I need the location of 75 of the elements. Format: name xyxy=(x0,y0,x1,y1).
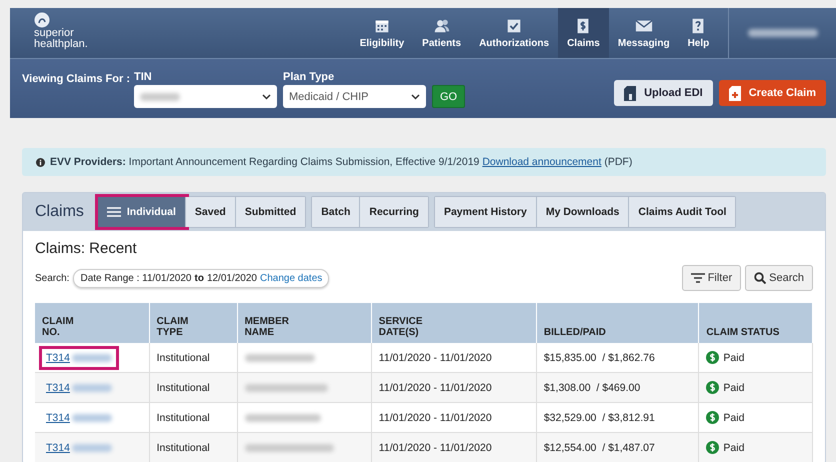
redacted-text xyxy=(72,384,112,392)
redacted-text xyxy=(748,29,818,37)
search-icon xyxy=(754,272,766,284)
search-label: Search: xyxy=(35,272,70,284)
tab[interactable]: Saved xyxy=(186,197,236,227)
nav-item[interactable]: Messaging xyxy=(608,8,679,58)
table-cell: 11/01/2020 - 11/01/2020 xyxy=(371,432,536,462)
announcement-text: EVV Providers: Important Announcement Regarding Claims Submission, Effective 9/1/2019 Download announcement (PDF) xyxy=(50,156,632,168)
panel-title: Claims: Recent xyxy=(35,240,138,257)
tab[interactable]: Individual xyxy=(98,197,186,227)
table-cell: 11/01/2020 - 11/01/2020 xyxy=(371,372,536,402)
info-icon xyxy=(36,158,45,166)
filter-button[interactable]: Filter xyxy=(682,265,742,291)
menu-icon xyxy=(106,207,121,217)
tab[interactable]: Payment History xyxy=(434,197,537,227)
claim-link[interactable]: T314 xyxy=(46,412,70,424)
redacted-text xyxy=(244,354,315,362)
column-header: SERVICE DATE(S) xyxy=(371,303,536,343)
upload-edi-button[interactable]: Upload EDI xyxy=(614,80,713,106)
people-icon xyxy=(432,17,451,35)
section-title: Claims xyxy=(35,203,84,221)
column-header: CLAIM TYPE xyxy=(149,303,238,343)
column-header: BILLED/PAID xyxy=(536,303,699,343)
column-header: CLAIM NO. xyxy=(35,303,150,343)
nav-item[interactable]: Patients xyxy=(413,8,470,58)
status-text: Paid xyxy=(723,442,744,454)
table-cell: $12,554.00 / $1,487.07 xyxy=(536,432,699,462)
dollar-circle-icon xyxy=(706,351,720,364)
document-icon xyxy=(624,86,636,100)
tab[interactable]: My Downloads xyxy=(536,197,630,227)
viewing-label: Viewing Claims For : xyxy=(22,73,131,87)
filter-icon xyxy=(690,273,705,283)
change-dates-link[interactable]: Change dates xyxy=(260,272,322,284)
tab[interactable]: Claims Audit Tool xyxy=(629,197,736,227)
date-range-pill: Date Range : 11/01/2020 to 12/01/2020 Change dates xyxy=(73,268,330,288)
tab[interactable]: Batch xyxy=(312,197,360,227)
table-cell: $1,308.00 / $469.00 xyxy=(536,372,699,402)
redacted-text xyxy=(72,444,112,452)
logo-text: superior xyxy=(34,28,75,39)
tab[interactable]: Recurring xyxy=(360,197,428,227)
check-icon xyxy=(505,17,524,35)
field-label: TIN xyxy=(134,71,153,83)
dollar-circle-icon xyxy=(706,441,720,454)
redacted-text xyxy=(72,414,112,422)
chevron-down-icon xyxy=(262,94,271,100)
redacted-text xyxy=(140,92,180,100)
search-button[interactable]: Search xyxy=(745,265,813,291)
nav-item[interactable]: Authorizations xyxy=(470,8,558,58)
go-button[interactable]: GO xyxy=(432,85,465,108)
table-cell: Institutional xyxy=(149,432,238,462)
table-cell: Institutional xyxy=(149,372,238,402)
claim-link[interactable]: T314 xyxy=(46,382,70,394)
download-link[interactable]: Download announcement xyxy=(482,156,602,168)
logo-icon xyxy=(34,12,50,28)
nav-item[interactable]: Help xyxy=(678,8,718,58)
add-document-icon xyxy=(728,86,741,100)
dollar-circle-icon xyxy=(706,411,720,424)
chevron-down-icon xyxy=(411,94,420,100)
redacted-text xyxy=(72,354,112,362)
plan-type-select[interactable]: Medicaid / CHIP xyxy=(283,85,426,108)
nav-item[interactable]: Claims xyxy=(558,8,609,58)
status-text: Paid xyxy=(723,412,744,424)
status-text: Paid xyxy=(723,352,744,364)
claim-link[interactable]: T314 xyxy=(46,352,70,364)
logo-text: healthplan. xyxy=(34,39,89,50)
status-text: Paid xyxy=(723,382,744,394)
claim-link[interactable]: T314 xyxy=(46,442,70,454)
tin-select[interactable] xyxy=(134,85,277,108)
column-header: MEMBER NAME xyxy=(237,303,372,343)
dollar-circle-icon xyxy=(706,381,720,394)
create-claim-button[interactable]: Create Claim xyxy=(718,80,826,106)
tab[interactable]: Submitted xyxy=(236,197,306,227)
nav-item[interactable]: Eligibility xyxy=(350,8,414,58)
column-header: CLAIM STATUS xyxy=(698,303,812,343)
field-label: Plan Type xyxy=(283,71,336,83)
